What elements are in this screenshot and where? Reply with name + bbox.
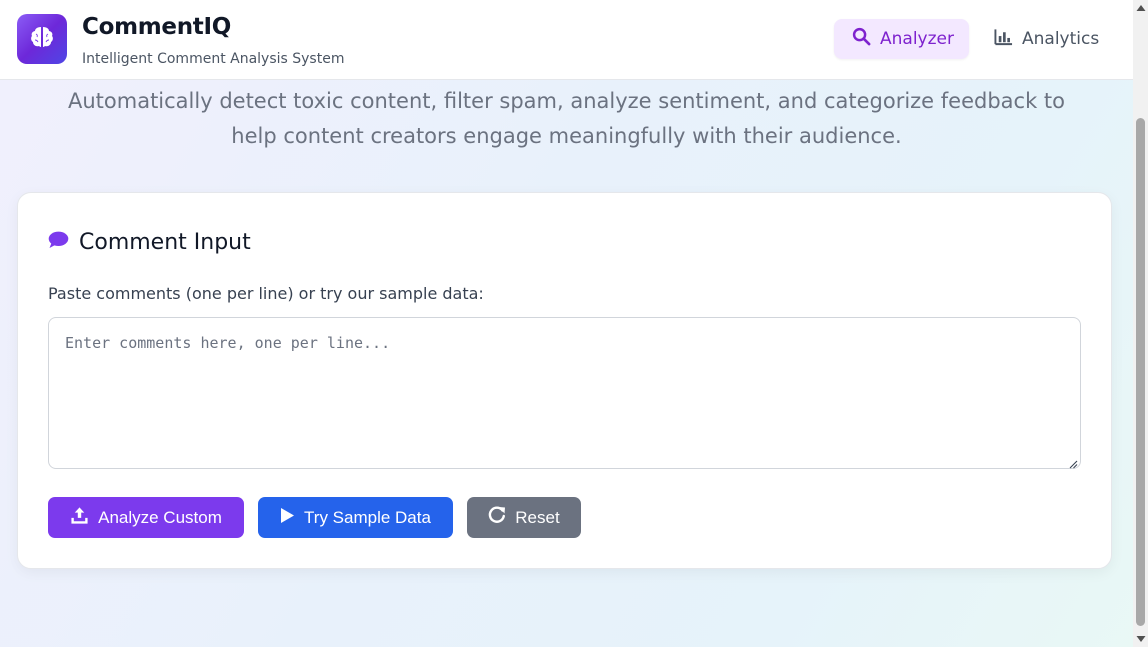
app-logo xyxy=(17,14,67,64)
top-header: CommentIQ Intelligent Comment Analysis S… xyxy=(0,0,1133,80)
nav-analytics-button[interactable]: Analytics xyxy=(976,19,1116,59)
card-header: Comment Input xyxy=(48,230,251,255)
bar-chart-icon xyxy=(994,28,1013,51)
resize-grip-icon[interactable] xyxy=(1068,456,1078,469)
app-subtitle: Intelligent Comment Analysis System xyxy=(82,51,345,67)
comment-textarea[interactable] xyxy=(48,317,1081,469)
app-title: CommentIQ xyxy=(82,14,231,40)
comment-field-label: Paste comments (one per line) or try our… xyxy=(48,284,484,303)
search-icon xyxy=(852,27,871,51)
comment-icon xyxy=(48,231,69,254)
play-icon xyxy=(280,507,295,529)
nav-analytics-label: Analytics xyxy=(1022,29,1100,49)
scroll-down-arrow-icon[interactable] xyxy=(1135,633,1146,645)
nav-analyzer-button[interactable]: Analyzer xyxy=(834,19,969,59)
try-sample-data-button[interactable]: Try Sample Data xyxy=(258,497,453,538)
hero-description: Automatically detect toxic content, filt… xyxy=(67,89,1066,148)
reset-button[interactable]: Reset xyxy=(467,497,581,538)
nav-analyzer-label: Analyzer xyxy=(880,29,954,49)
comment-input-card: Comment Input Paste comments (one per li… xyxy=(17,192,1112,569)
reset-label: Reset xyxy=(515,507,560,527)
analyze-custom-button[interactable]: Analyze Custom xyxy=(48,497,244,538)
scroll-up-arrow-icon[interactable] xyxy=(1135,2,1146,14)
brain-icon xyxy=(28,23,56,56)
card-title: Comment Input xyxy=(79,230,251,255)
page-scrollbar[interactable] xyxy=(1133,0,1148,647)
upload-icon xyxy=(70,506,89,530)
app-page: CommentIQ Intelligent Comment Analysis S… xyxy=(0,0,1133,647)
try-sample-data-label: Try Sample Data xyxy=(304,507,431,527)
scroll-thumb[interactable] xyxy=(1136,118,1145,626)
redo-icon xyxy=(488,506,506,529)
analyze-custom-label: Analyze Custom xyxy=(98,507,222,527)
